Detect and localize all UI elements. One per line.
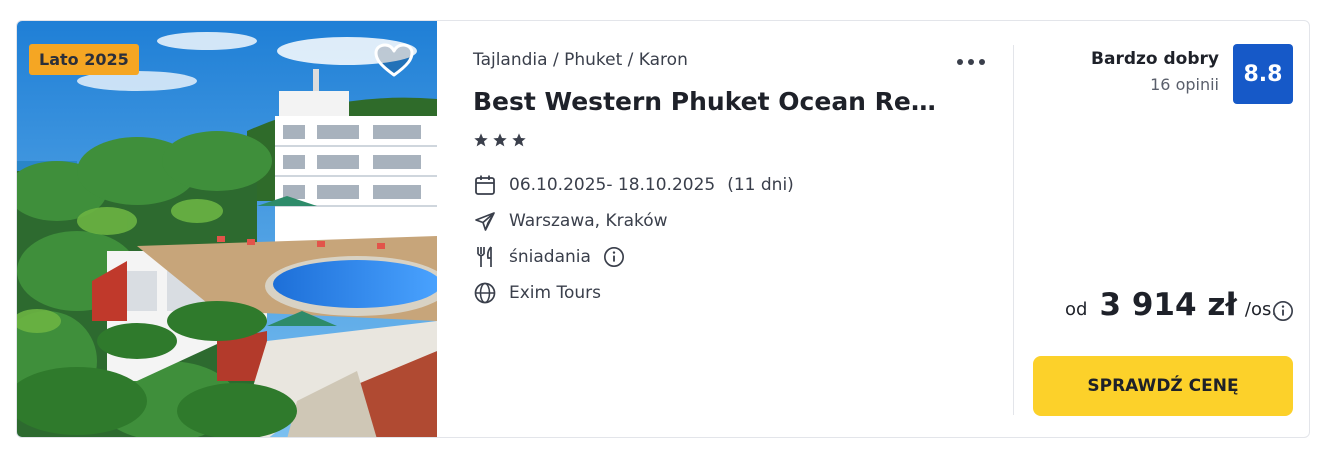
season-badge: Lato 2025: [29, 44, 139, 75]
more-options-button[interactable]: [955, 51, 987, 73]
price-prefix: od: [1065, 299, 1088, 320]
star-icon: [512, 133, 526, 147]
hotel-title[interactable]: Best Western Phuket Ocean Re…: [473, 87, 936, 116]
breadcrumb[interactable]: Tajlandia / Phuket / Karon: [473, 50, 688, 70]
plane-icon: [475, 212, 495, 231]
departure-row: Warszawa, Kraków: [473, 209, 668, 233]
column-divider: [1013, 45, 1014, 415]
info-icon[interactable]: [1272, 300, 1294, 322]
rating-summary: Bardzo dobry 16 opinii: [1091, 49, 1219, 94]
info-icon[interactable]: [603, 246, 625, 268]
board-text: śniadania: [509, 247, 591, 267]
globe-icon: [474, 282, 496, 304]
calendar-icon: [475, 175, 495, 195]
price: od 3 914 zł /os.: [1065, 287, 1277, 323]
price-amount: 3 914 zł: [1099, 287, 1237, 323]
hotel-stars: [473, 132, 530, 152]
star-icon: [474, 133, 488, 147]
more-dots-icon: [957, 59, 985, 65]
dates-row: 06.10.2025- 18.10.2025 (11 dni): [473, 173, 794, 197]
check-price-button[interactable]: SPRAWDŹ CENĘ: [1033, 356, 1293, 416]
hotel-photo-image: [17, 21, 437, 437]
heart-icon: [374, 43, 414, 77]
operator-text: Exim Tours: [509, 283, 602, 303]
star-icon: [493, 133, 507, 147]
favorite-button[interactable]: [374, 43, 414, 79]
hotel-photo[interactable]: Lato 2025: [17, 21, 437, 437]
dates-text: 06.10.2025- 18.10.2025: [509, 175, 716, 195]
duration-text: (11 dni): [727, 175, 794, 195]
operator-row: Exim Tours: [473, 281, 601, 305]
reviews-count[interactable]: 16 opinii: [1091, 75, 1219, 94]
offer-card[interactable]: Lato 2025 Tajlandia / Phuket / Karon Bes…: [16, 20, 1310, 438]
board-row: śniadania: [473, 245, 625, 269]
rating-label: Bardzo dobry: [1091, 49, 1219, 69]
departure-text: Warszawa, Kraków: [509, 211, 668, 231]
fork-knife-icon: [477, 246, 492, 267]
rating-score-badge: 8.8: [1233, 44, 1293, 104]
